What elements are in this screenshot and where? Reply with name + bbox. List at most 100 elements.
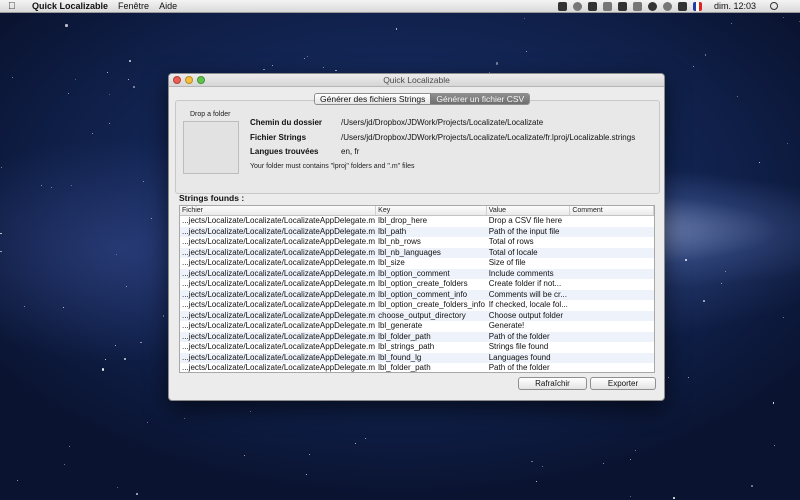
table-row[interactable]: ...jects/Localizate/Localizate/Localizat…	[180, 289, 654, 301]
menu-help[interactable]: Aide	[159, 1, 177, 11]
table-row[interactable]: ...jects/Localizate/Localizate/Localizat…	[180, 321, 654, 332]
dropbox-icon[interactable]	[557, 1, 567, 11]
table-row[interactable]: ...jects/Localizate/Localizate/Localizat…	[180, 363, 654, 372]
cell-key: lbl_size	[378, 258, 405, 267]
cell-value: Include comments	[488, 268, 554, 278]
drop-zone[interactable]	[183, 121, 239, 174]
cell-comment	[570, 332, 654, 343]
export-button[interactable]: Exporter	[590, 377, 656, 390]
table-row[interactable]: ...jects/Localizate/Localizate/Localizat…	[180, 226, 654, 238]
table-row[interactable]: ...jects/Localizate/Localizate/Localizat…	[180, 331, 654, 343]
table-row[interactable]: ...jects/Localizate/Localizate/Localizat…	[180, 258, 654, 269]
cell-value: Total of locale	[488, 247, 538, 257]
languages-value: en, fr	[341, 147, 360, 156]
title-bar[interactable]: Quick Localizable	[169, 74, 664, 87]
app-window: Quick Localizable Drop a folder Chemin d…	[168, 73, 665, 401]
column-header-value[interactable]: Value	[487, 206, 571, 215]
table-row[interactable]: ...jects/Localizate/Localizate/Localizat…	[180, 279, 654, 290]
volume-icon[interactable]	[677, 1, 687, 11]
cell-value: Strings file found	[488, 342, 549, 351]
refresh-button[interactable]: Rafraîchir	[518, 377, 587, 390]
tab-generate-csv[interactable]: Générer un fichier CSV	[430, 94, 530, 104]
x-icon[interactable]	[587, 1, 597, 11]
minimize-button[interactable]	[185, 76, 193, 84]
cell-value: Size of file	[488, 258, 526, 267]
cell-file: ...jects/Localizate/Localizate/Localizat…	[182, 310, 375, 320]
cell-value: Drop a CSV file here	[488, 216, 563, 225]
table-row[interactable]: ...jects/Localizate/Localizate/Localizat…	[180, 300, 654, 311]
battery-icon[interactable]	[632, 1, 642, 11]
cell-file: ...jects/Localizate/Localizate/Localizat…	[182, 237, 375, 246]
flag-fr-icon[interactable]	[692, 1, 702, 11]
clock[interactable]: dim. 12:03	[714, 1, 756, 11]
cell-key: choose_output_directory	[378, 310, 466, 320]
cell-file: ...jects/Localizate/Localizate/Localizat…	[182, 352, 375, 362]
spotlight-search-icon[interactable]	[770, 2, 778, 10]
table-row[interactable]: ...jects/Localizate/Localizate/Localizat…	[180, 237, 654, 248]
cell-key: lbl_folder_path	[378, 363, 431, 372]
window-title: Quick Localizable	[383, 75, 450, 85]
menu-window[interactable]: Fenêtre	[118, 1, 149, 11]
column-header-key[interactable]: Key	[376, 206, 487, 215]
info-panel: Drop a folder Chemin du dossier /Users/j…	[175, 100, 660, 194]
column-header-file[interactable]: Fichier	[180, 206, 377, 215]
apple-icon[interactable]: 	[8, 1, 20, 12]
airplay-icon[interactable]	[617, 1, 627, 11]
cell-key: lbl_strings_path	[378, 342, 435, 351]
cell-key: lbl_nb_rows	[378, 237, 421, 246]
cell-value: Path of the folder	[488, 331, 550, 341]
cell-value: Languages found	[488, 352, 551, 362]
cell-file: ...jects/Localizate/Localizate/Localizat…	[182, 342, 375, 351]
cell-value: Comments will be cr...	[488, 289, 567, 299]
cell-comment	[570, 216, 654, 227]
cell-comment	[570, 290, 654, 301]
cell-value: If checked, locale fol...	[488, 300, 568, 309]
table-row[interactable]: ...jects/Localizate/Localizate/Localizat…	[180, 216, 654, 227]
cell-comment	[570, 353, 654, 364]
cell-value: Total of rows	[488, 237, 534, 246]
cell-comment	[570, 258, 654, 269]
column-header-comment[interactable]: Comment	[570, 206, 654, 215]
wifi-icon[interactable]	[662, 1, 672, 11]
cell-file: ...jects/Localizate/Localizate/Localizat…	[182, 363, 375, 372]
drop-label: Drop a folder	[190, 111, 231, 118]
table-body: ...jects/Localizate/Localizate/Localizat…	[180, 216, 654, 372]
cell-comment	[570, 237, 654, 248]
cell-file: ...jects/Localizate/Localizate/Localizat…	[182, 226, 375, 236]
window-controls	[173, 76, 205, 84]
cell-comment	[570, 321, 654, 332]
cell-file: ...jects/Localizate/Localizate/Localizat…	[182, 247, 375, 257]
table-row[interactable]: ...jects/Localizate/Localizate/Localizat…	[180, 310, 654, 321]
cell-key: lbl_option_create_folders_info	[378, 300, 485, 309]
cell-key: lbl_option_comment_info	[378, 289, 468, 299]
cell-value: Path of the folder	[488, 363, 550, 372]
table-row[interactable]: ...jects/Localizate/Localizate/Localizat…	[180, 247, 654, 258]
table-row[interactable]: ...jects/Localizate/Localizate/Localizat…	[180, 342, 654, 353]
history-icon[interactable]	[647, 1, 657, 11]
cell-comment	[570, 227, 654, 238]
cell-comment	[570, 363, 654, 372]
menu-extras: dim. 12:03	[557, 1, 778, 11]
close-button[interactable]	[173, 76, 181, 84]
table-row[interactable]: ...jects/Localizate/Localizate/Localizat…	[180, 352, 654, 364]
cell-key: lbl_option_comment	[378, 268, 450, 278]
menu-app-name[interactable]: Quick Localizable	[32, 1, 108, 11]
cell-file: ...jects/Localizate/Localizate/Localizat…	[182, 289, 375, 299]
pen-icon[interactable]	[602, 1, 612, 11]
tab-generate-strings[interactable]: Générer des fichiers Strings	[315, 94, 431, 104]
cell-key: lbl_option_create_folders	[378, 279, 468, 288]
table-row[interactable]: ...jects/Localizate/Localizate/Localizat…	[180, 268, 654, 280]
cell-comment	[570, 300, 654, 311]
cell-file: ...jects/Localizate/Localizate/Localizat…	[182, 300, 375, 309]
strings-table[interactable]: Fichier Key Value Comment ...jects/Local…	[179, 205, 655, 373]
cell-comment	[570, 279, 654, 290]
cell-file: ...jects/Localizate/Localizate/Localizat…	[182, 279, 375, 288]
menu-bar:  Quick Localizable Fenêtre Aide dim. 12…	[0, 0, 800, 13]
zoom-button[interactable]	[197, 76, 205, 84]
sync-icon[interactable]	[572, 1, 582, 11]
cell-comment	[570, 269, 654, 280]
cell-file: ...jects/Localizate/Localizate/Localizat…	[182, 321, 375, 330]
cell-key: lbl_folder_path	[378, 331, 431, 341]
cell-value: Path of the input file	[488, 226, 560, 236]
cell-key: lbl_drop_here	[378, 216, 428, 225]
